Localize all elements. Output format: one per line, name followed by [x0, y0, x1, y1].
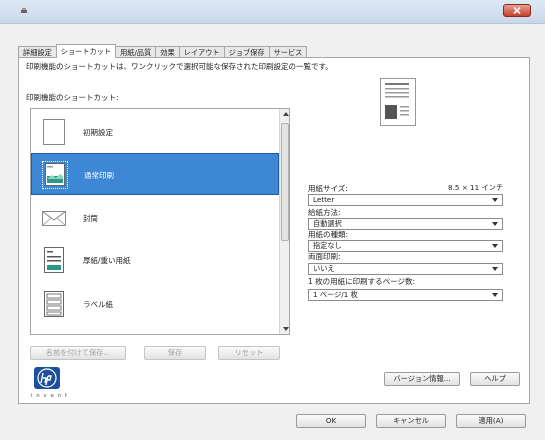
list-item[interactable]: 通常印刷	[31, 153, 279, 195]
reset-button[interactable]: リセット	[218, 346, 280, 360]
help-button[interactable]: ヘルプ	[470, 372, 520, 386]
ok-button[interactable]: OK	[296, 414, 366, 428]
list-item[interactable]: 封筒	[31, 197, 279, 239]
list-item[interactable]: ラベル紙	[31, 283, 279, 325]
arrow-up-icon	[282, 112, 289, 116]
shortcut-list-heading: 印刷機能のショートカット:	[26, 93, 119, 102]
scroll-up-arrow[interactable]	[280, 109, 289, 119]
chevron-down-icon	[492, 222, 498, 226]
scroll-thumb[interactable]	[281, 123, 289, 241]
cancel-button[interactable]: キャンセル	[376, 414, 446, 428]
apply-button[interactable]: 適用(A)	[456, 414, 526, 428]
paper-size-selected: Letter	[313, 195, 335, 204]
duplex-selected: いいえ	[313, 264, 335, 273]
envelope-icon	[41, 204, 67, 232]
arrow-down-icon	[282, 327, 289, 331]
close-button[interactable]	[503, 4, 531, 17]
title-bar	[0, 0, 545, 24]
document-preview	[380, 78, 416, 126]
pages-per-sheet-label: 1 枚の用紙に印刷するページ数:	[308, 277, 416, 286]
shortcut-label: ラベル紙	[83, 300, 113, 309]
paper-size-select[interactable]: Letter	[308, 194, 503, 206]
duplex-label: 両面印刷:	[308, 252, 341, 261]
shortcut-label: 初期設定	[83, 128, 113, 137]
paper-type-label: 用紙の種類:	[308, 230, 349, 239]
close-icon	[513, 7, 521, 14]
description-text: 印刷機能のショートカットは、ワンクリックで選択可能な保存された印刷設定の一覧です…	[26, 62, 333, 71]
printer-properties-dialog: 詳細設定 ショートカット 用紙/品質 効果 レイアウト ジョブ保存 サービス 印…	[0, 0, 545, 440]
chevron-down-icon	[492, 244, 498, 248]
hp-logo	[34, 367, 60, 389]
paper-type-selected: 指定なし	[313, 241, 342, 250]
shortcut-label: 厚紙/重い用紙	[83, 256, 131, 265]
paper-size-label: 用紙サイズ:	[308, 184, 348, 193]
paper-source-selected: 自動選択	[313, 219, 342, 228]
chevron-down-icon	[492, 293, 498, 297]
tab-strip: 詳細設定 ショートカット 用紙/品質 効果 レイアウト ジョブ保存 サービス	[18, 44, 308, 58]
blank-page-icon	[41, 118, 67, 146]
hp-tagline: i n v e n t	[31, 393, 69, 399]
about-button[interactable]: バージョン情報...	[384, 372, 460, 386]
shortcut-list-scrollbar[interactable]	[279, 109, 289, 334]
shortcut-label: 封筒	[83, 214, 98, 223]
list-item[interactable]: 厚紙/重い用紙	[31, 239, 279, 281]
shortcut-label: 通常印刷	[84, 171, 114, 180]
pages-per-sheet-select[interactable]: 1 ページ/1 枚	[308, 289, 503, 301]
save-as-button[interactable]: 名前を付けて保存...	[30, 346, 126, 360]
chevron-down-icon	[492, 198, 498, 202]
shortcut-list[interactable]: 初期設定 通常印刷 封筒 厚紙/重い用紙 ラベル紙	[30, 108, 290, 335]
paper-source-label: 給紙方法:	[308, 208, 341, 217]
tab-shortcuts[interactable]: ショートカット	[55, 44, 117, 58]
scroll-down-arrow[interactable]	[280, 324, 289, 334]
pages-per-sheet-selected: 1 ページ/1 枚	[313, 290, 358, 299]
save-button[interactable]: 保存	[144, 346, 206, 360]
paper-size-value: 8.5 × 11 インチ	[448, 183, 504, 192]
list-item[interactable]: 初期設定	[31, 111, 279, 153]
label-sheet-icon	[41, 290, 67, 318]
document-icon	[41, 246, 67, 274]
chevron-down-icon	[492, 267, 498, 271]
landscape-photo-icon	[42, 161, 68, 189]
duplex-select[interactable]: いいえ	[308, 263, 503, 275]
printer-app-icon	[20, 7, 28, 15]
